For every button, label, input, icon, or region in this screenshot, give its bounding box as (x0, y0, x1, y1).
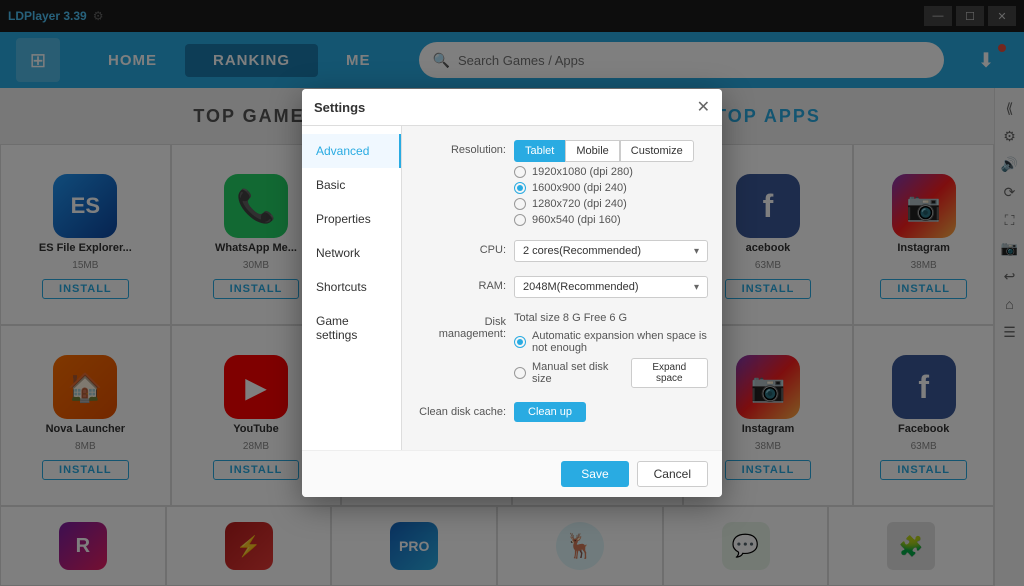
ram-controls: 2048M(Recommended) ▾ (514, 276, 708, 298)
nav-item-advanced[interactable]: Advanced (302, 134, 401, 168)
disk-label: Disk management: (416, 312, 506, 340)
radio-circle-selected (514, 182, 526, 194)
cpu-label: CPU: (416, 240, 506, 256)
nav-item-basic[interactable]: Basic (302, 168, 401, 202)
clean-row: Clean disk cache: Clean up (416, 402, 708, 422)
auto-radio-circle (514, 336, 526, 348)
disk-info: Total size 8 G Free 6 G (514, 312, 708, 324)
expand-space-button[interactable]: Expand space (631, 358, 708, 388)
dialog-body: Advanced Basic Properties Network Shortc… (302, 126, 722, 450)
resolution-option-0[interactable]: 1920x1080 (dpi 280) (514, 166, 708, 178)
clean-controls: Clean up (514, 402, 708, 422)
resolution-tab-mobile[interactable]: Mobile (565, 140, 619, 162)
nav-item-network[interactable]: Network (302, 236, 401, 270)
nav-item-properties[interactable]: Properties (302, 202, 401, 236)
resolution-tab-group: Tablet Mobile Customize (514, 140, 708, 162)
cpu-dropdown[interactable]: 2 cores(Recommended) ▾ (514, 240, 708, 262)
resolution-tab-customize[interactable]: Customize (620, 140, 694, 162)
settings-dialog: Settings ✕ Advanced Basic Properties Net… (302, 89, 722, 497)
disk-row: Disk management: Total size 8 G Free 6 G… (416, 312, 708, 388)
chevron-down-icon: ▾ (694, 282, 699, 293)
radio-circle (514, 198, 526, 210)
cleanup-button[interactable]: Clean up (514, 402, 586, 422)
radio-circle (514, 166, 526, 178)
resolution-controls: Tablet Mobile Customize 1920x1080 (dpi 2… (514, 140, 708, 226)
ram-row: RAM: 2048M(Recommended) ▾ (416, 276, 708, 298)
resolution-option-2[interactable]: 1280x720 (dpi 240) (514, 198, 708, 210)
dialog-close-button[interactable]: ✕ (697, 97, 710, 117)
cpu-controls: 2 cores(Recommended) ▾ (514, 240, 708, 262)
dialog-content: Resolution: Tablet Mobile Customize 1920… (402, 126, 722, 450)
resolution-tab-tablet[interactable]: Tablet (514, 140, 565, 162)
ram-label: RAM: (416, 276, 506, 292)
dialog-title: Settings (314, 100, 365, 115)
cpu-row: CPU: 2 cores(Recommended) ▾ (416, 240, 708, 262)
clean-label: Clean disk cache: (416, 402, 506, 418)
dialog-titlebar: Settings ✕ (302, 89, 722, 126)
chevron-down-icon: ▾ (694, 246, 699, 257)
resolution-option-3[interactable]: 960x540 (dpi 160) (514, 214, 708, 226)
auto-expand-option[interactable]: Automatic expansion when space is not en… (514, 330, 708, 354)
radio-circle (514, 214, 526, 226)
manual-size-option[interactable]: Manual set disk size Expand space (514, 358, 708, 388)
nav-item-shortcuts[interactable]: Shortcuts (302, 270, 401, 304)
save-button[interactable]: Save (561, 461, 628, 487)
dialog-footer: Save Cancel (302, 450, 722, 497)
resolution-option-1[interactable]: 1600x900 (dpi 240) (514, 182, 708, 194)
dialog-sidebar: Advanced Basic Properties Network Shortc… (302, 126, 402, 450)
manual-radio-circle (514, 367, 526, 379)
modal-overlay: Settings ✕ Advanced Basic Properties Net… (0, 0, 1024, 586)
nav-item-game-settings[interactable]: Game settings (302, 304, 401, 352)
resolution-row: Resolution: Tablet Mobile Customize 1920… (416, 140, 708, 226)
resolution-label: Resolution: (416, 140, 506, 156)
resolution-radio-group: 1920x1080 (dpi 280) 1600x900 (dpi 240) 1… (514, 166, 708, 226)
ram-dropdown[interactable]: 2048M(Recommended) ▾ (514, 276, 708, 298)
cancel-button[interactable]: Cancel (637, 461, 708, 487)
disk-controls: Total size 8 G Free 6 G Automatic expans… (514, 312, 708, 388)
